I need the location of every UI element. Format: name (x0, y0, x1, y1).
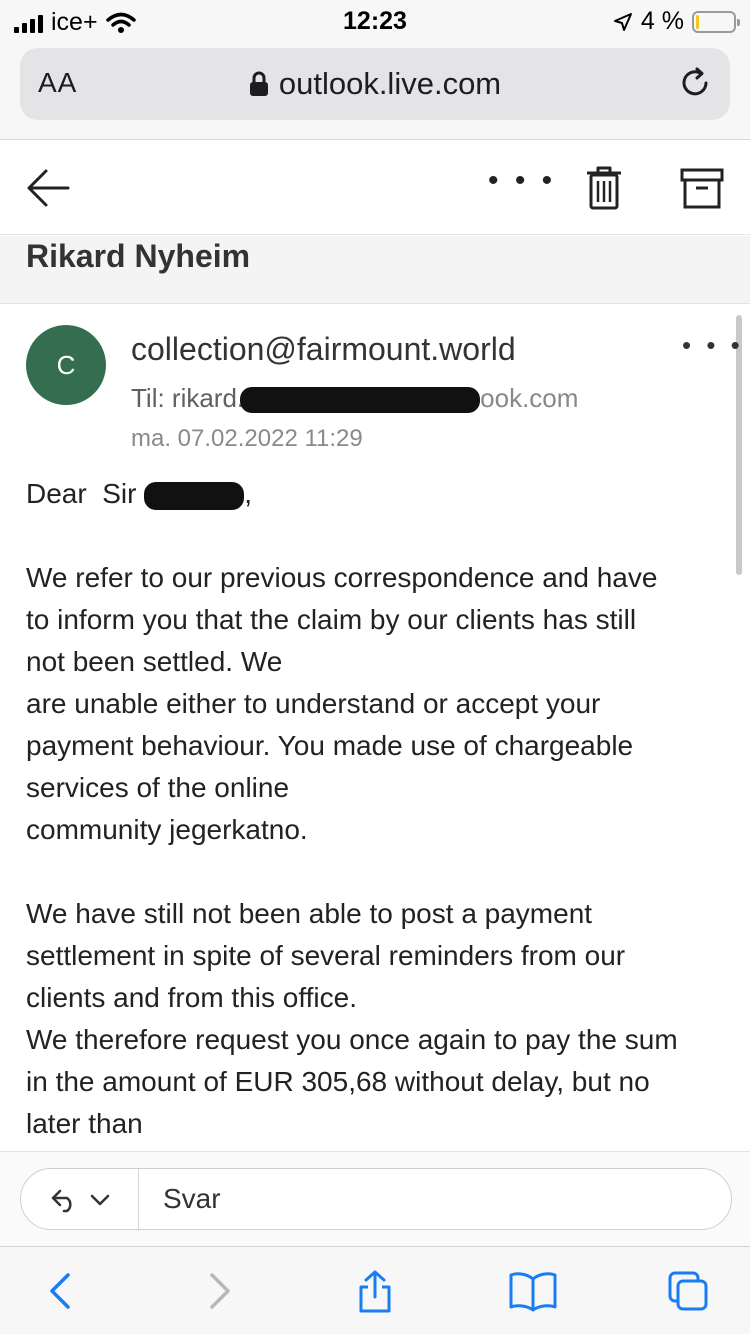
body-line: not been settled. We (26, 646, 283, 677)
reply-options-button[interactable] (21, 1169, 139, 1231)
reload-icon[interactable] (678, 66, 712, 100)
browser-forward-icon[interactable] (196, 1269, 240, 1313)
back-arrow-icon[interactable] (24, 163, 74, 213)
subject-header: Rikard Nyheim (0, 236, 750, 304)
recipient-prefix: Til: rikard. (131, 383, 245, 413)
archive-icon[interactable] (680, 167, 724, 209)
share-icon[interactable] (353, 1269, 397, 1313)
url-label: outlook.live.com (278, 66, 502, 101)
browser-back-icon[interactable] (40, 1269, 84, 1313)
battery-percent: 4 % (640, 7, 684, 35)
mail-toolbar: • • • (0, 141, 750, 235)
subject-title: Rikard Nyheim (26, 238, 251, 274)
body-line: settlement in spite of several reminders… (26, 940, 626, 971)
redaction-mark (240, 387, 481, 414)
body-line: are unable either to understand or accep… (26, 688, 601, 719)
body-line: We have still not been able to post a pa… (26, 898, 593, 929)
bookmarks-icon[interactable] (508, 1269, 558, 1313)
lock-icon (249, 71, 268, 96)
message-more-button[interactable]: • • • (682, 332, 744, 358)
safari-toolbar (0, 1246, 750, 1334)
body-line: later than (26, 1108, 143, 1139)
body-line: in the amount of EUR 305,68 without dela… (26, 1066, 650, 1097)
body-line: clients and from this office. (26, 982, 357, 1013)
reply-bar: Svar (0, 1151, 750, 1246)
message-body: Dear Sir , We refer to our previous corr… (26, 473, 726, 1151)
more-options-button[interactable]: • • • (488, 166, 556, 196)
reply-field[interactable]: Svar (20, 1168, 732, 1231)
reply-arrow-icon (51, 1189, 72, 1213)
reply-label: Svar (163, 1183, 221, 1214)
address-bar[interactable]: AA outlook.live.com (20, 48, 730, 120)
paragraph-2: We have still not been able to post a pa… (26, 893, 726, 1145)
recipient-line: Til: rikard. ook.com (131, 383, 578, 414)
sender-address[interactable]: collection@fairmount.world (131, 331, 516, 368)
body-line: services of the online (26, 772, 290, 803)
tabs-icon[interactable] (666, 1269, 710, 1313)
body-line: community jegerkatno. (26, 814, 308, 845)
body-line: payment behaviour. You made use of charg… (26, 730, 634, 761)
paragraph-1: We refer to our previous correspondence … (26, 557, 726, 851)
body-line: We therefore request you once again to p… (26, 1024, 678, 1055)
recipient-tail: ook.com (480, 383, 579, 413)
greeting: Dear Sir , (26, 473, 726, 515)
safari-address-area: AA outlook.live.com (0, 42, 750, 140)
body-line: We refer to our previous correspondence … (26, 562, 658, 593)
redaction-mark (144, 481, 245, 510)
battery-icon (692, 10, 740, 33)
message-view: C collection@fairmount.world • • • Til: … (0, 305, 750, 1151)
greeting-start: Dear Sir (26, 478, 145, 509)
location-arrow-icon (613, 12, 632, 31)
chevron-down-icon (90, 1194, 109, 1206)
delete-icon[interactable] (584, 165, 624, 211)
battery-level (696, 14, 699, 29)
greeting-end: , (244, 478, 253, 509)
sender-avatar[interactable]: C (26, 325, 106, 405)
status-bar: ice+ 12:23 4 % (0, 0, 750, 42)
body-line: to inform you that the claim by our clie… (26, 604, 637, 635)
message-date: ma. 07.02.2022 11:29 (131, 425, 363, 452)
